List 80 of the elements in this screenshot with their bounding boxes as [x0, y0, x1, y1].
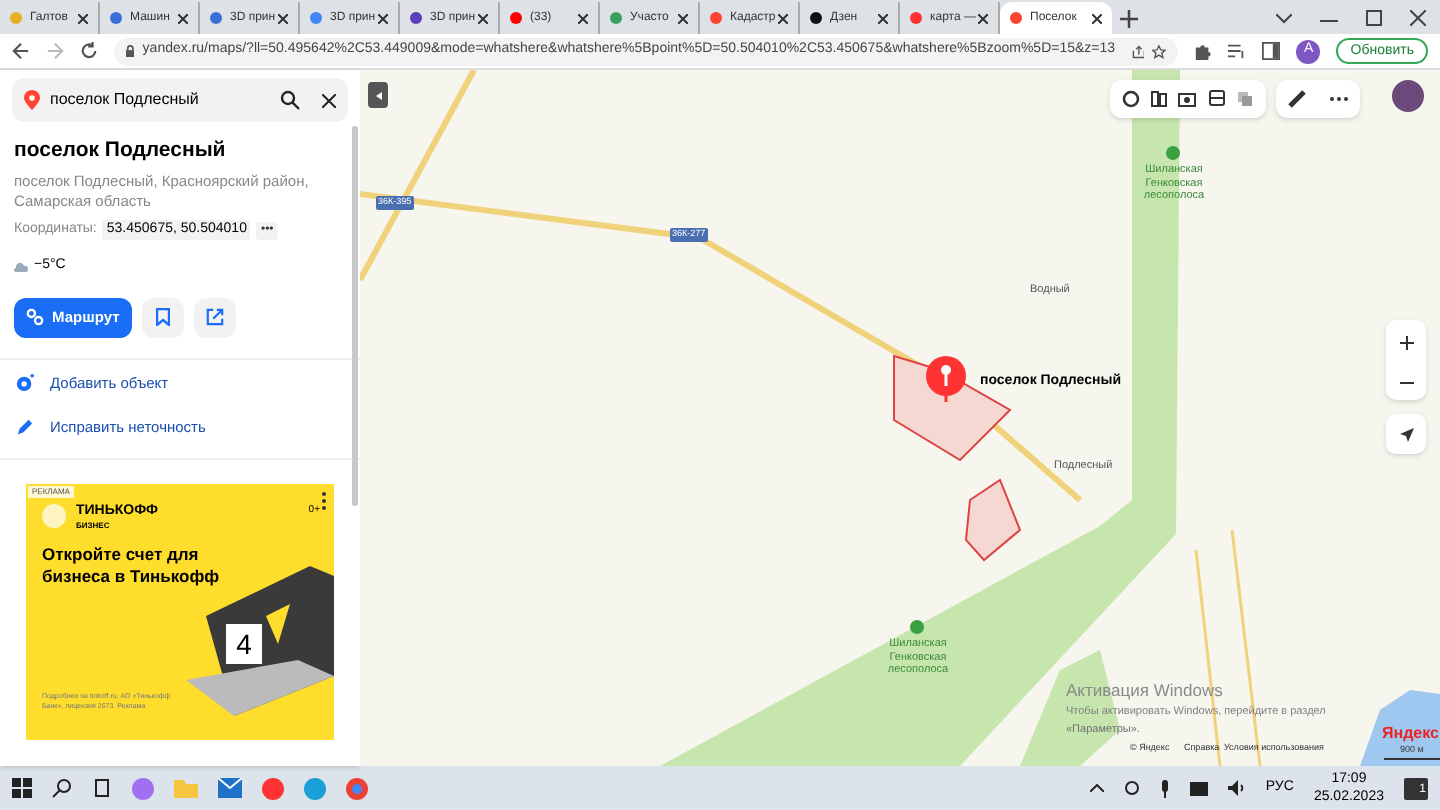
assistant-icon[interactable]	[132, 777, 154, 799]
scrollbar[interactable]	[352, 126, 358, 506]
calendar-icon: 4	[226, 624, 262, 665]
chevron-up-icon[interactable]	[1089, 784, 1104, 792]
close-icon[interactable]	[478, 13, 488, 23]
ruler-icon[interactable]	[1288, 90, 1306, 108]
reload-icon[interactable]	[80, 42, 98, 60]
caret-icon	[375, 91, 381, 99]
search-icon[interactable]	[280, 90, 300, 110]
pencil-icon	[16, 418, 34, 437]
search-field[interactable]: поселок Подлесный	[12, 78, 348, 122]
bookmark-button[interactable]	[141, 297, 184, 338]
maximize-icon[interactable]	[1366, 10, 1382, 26]
camera-icon[interactable]	[1178, 90, 1197, 108]
chevron-icon[interactable]	[1276, 14, 1292, 24]
playlist-icon[interactable]	[1228, 42, 1247, 60]
yandex-logo: Яндекс	[1382, 722, 1439, 745]
bus-icon[interactable]	[1207, 90, 1226, 108]
favicon-icon	[710, 12, 722, 24]
ad-headline: Откройте счет для бизнеса в Тинькофф	[42, 544, 222, 589]
layers-icon[interactable]	[1236, 90, 1255, 108]
close-icon[interactable]	[778, 13, 788, 23]
back-icon[interactable]	[12, 42, 30, 60]
favicon-icon	[510, 12, 522, 24]
favicon-icon	[810, 12, 822, 24]
panel-collapse-button[interactable]	[368, 82, 388, 108]
add-place-icon	[16, 373, 34, 392]
close-icon[interactable]	[278, 13, 288, 23]
microphone-icon[interactable]	[1159, 779, 1170, 797]
pin-icon	[926, 356, 966, 402]
close-icon[interactable]	[878, 13, 888, 23]
favicon-icon	[10, 12, 22, 24]
side-panel-icon[interactable]	[1262, 42, 1281, 60]
route-icon	[26, 308, 44, 327]
share-button[interactable]	[193, 297, 236, 338]
shield-icon	[42, 504, 66, 529]
lock-icon	[126, 44, 135, 58]
close-icon[interactable]	[578, 13, 588, 23]
zoom-in-icon[interactable]	[1399, 336, 1413, 350]
village-boundary	[964, 478, 1022, 562]
close-icon[interactable]	[378, 13, 388, 23]
more-icon[interactable]	[1330, 96, 1348, 102]
favicon-icon	[410, 12, 422, 24]
favicon-icon	[610, 12, 622, 24]
plus-icon[interactable]	[1119, 9, 1137, 27]
browser-icon[interactable]	[262, 777, 284, 799]
locate-button[interactable]	[1386, 414, 1426, 454]
chrome-icon[interactable]	[346, 777, 368, 799]
tray-icon[interactable]	[1123, 780, 1140, 796]
star-icon[interactable]	[1152, 43, 1167, 59]
close-icon[interactable]	[1410, 10, 1426, 26]
user-avatar[interactable]	[1392, 80, 1424, 112]
favicon-icon	[310, 12, 322, 24]
close-icon[interactable]	[178, 13, 188, 23]
tree-icon	[910, 620, 924, 634]
mail-icon[interactable]	[218, 778, 242, 798]
share-icon	[205, 308, 224, 327]
close-icon[interactable]	[322, 93, 336, 107]
bookmark-icon	[155, 308, 170, 327]
puzzle-icon[interactable]	[1194, 42, 1213, 60]
arrow-icon	[1399, 427, 1413, 441]
favicon-icon	[910, 12, 922, 24]
traffic-icon[interactable]	[1150, 90, 1169, 108]
favicon-icon	[1010, 12, 1022, 24]
close-icon[interactable]	[978, 13, 988, 23]
task-view-icon[interactable]	[92, 778, 112, 798]
close-icon[interactable]	[1092, 13, 1102, 23]
share-icon[interactable]	[1131, 43, 1145, 59]
favicon-icon	[110, 12, 122, 24]
cloud-icon	[14, 262, 28, 272]
search-icon[interactable]	[52, 778, 72, 798]
network-icon[interactable]	[1189, 781, 1208, 795]
windows-icon[interactable]	[12, 778, 32, 798]
place-title: поселок Подлесный	[14, 136, 228, 166]
favicon-icon	[210, 12, 222, 24]
close-icon[interactable]	[78, 13, 88, 23]
pin-icon	[24, 90, 40, 110]
circle-icon[interactable]	[1121, 90, 1140, 108]
speaker-icon[interactable]	[1227, 780, 1246, 796]
close-icon[interactable]	[678, 13, 688, 23]
